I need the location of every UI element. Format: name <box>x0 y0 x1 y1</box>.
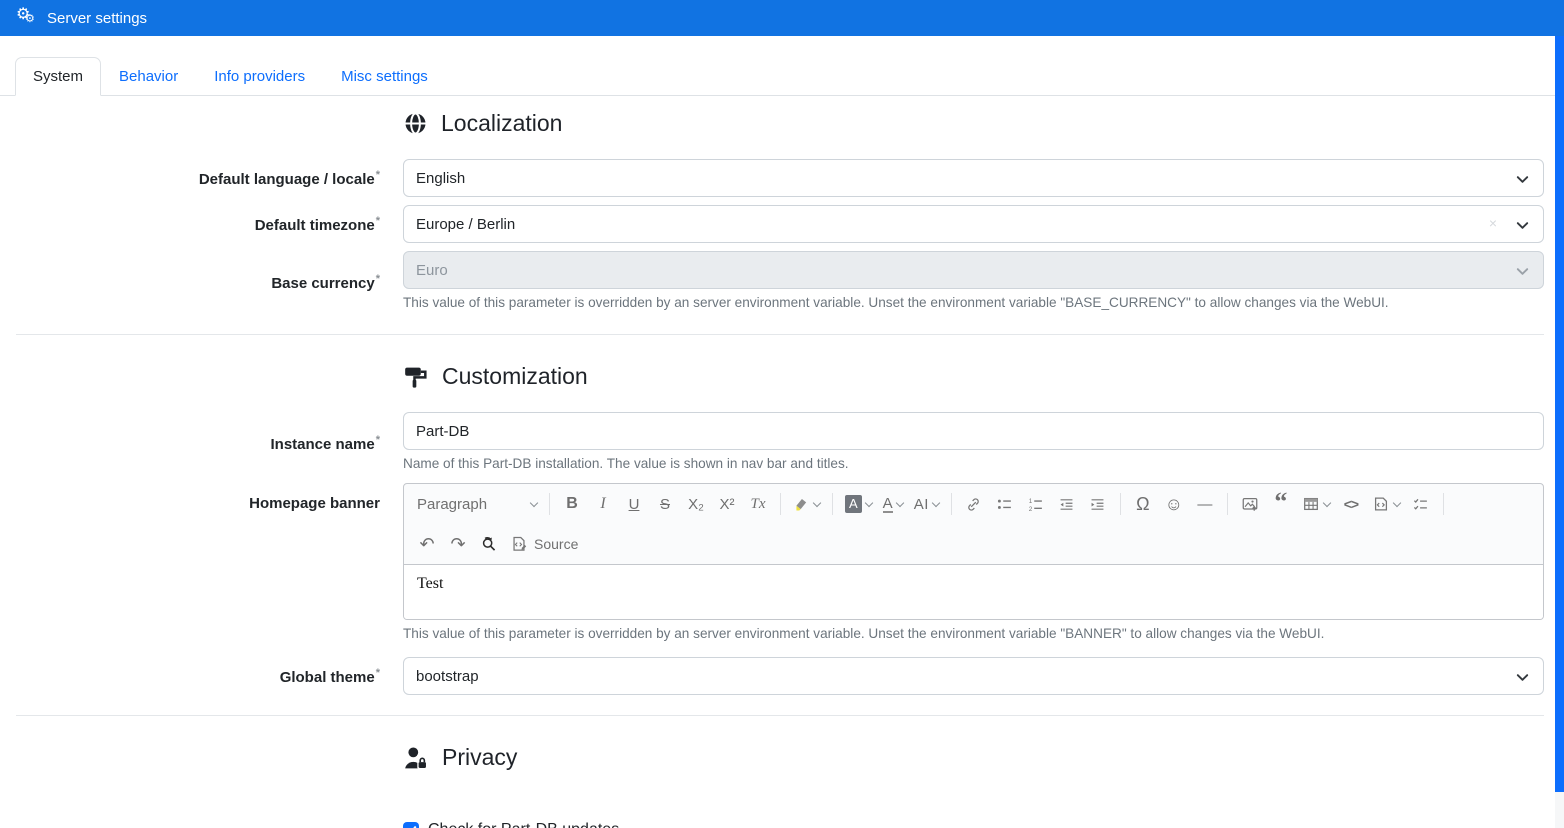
toolbar-separator <box>832 493 833 515</box>
paint-roller-icon <box>403 364 429 390</box>
toolbar-separator <box>1443 493 1444 515</box>
clear-selection-icon[interactable]: × <box>1489 215 1497 231</box>
globe-icon <box>403 111 428 136</box>
label-instance-name: Instance name* <box>16 434 380 453</box>
default-language-select[interactable]: English <box>403 159 1544 197</box>
strikethrough-icon[interactable]: S <box>650 489 680 519</box>
undo-icon[interactable]: ↶ <box>412 529 442 559</box>
block-quote-icon[interactable]: “ <box>1266 489 1296 519</box>
toolbar-separator <box>549 493 550 515</box>
special-characters-icon[interactable]: Ω <box>1128 489 1158 519</box>
label-global-theme: Global theme* <box>16 667 380 686</box>
editor-content[interactable]: Test <box>404 564 1543 619</box>
chevron-down-icon <box>1515 172 1530 187</box>
section-heading-privacy: Privacy <box>403 744 1544 771</box>
page-title: Server settings <box>47 10 147 27</box>
help-base-currency: This value of this parameter is overridd… <box>403 295 1544 310</box>
section-heading-localization: Localization <box>403 110 1544 137</box>
font-background-color-icon[interactable]: A <box>840 489 877 519</box>
superscript-icon[interactable]: X² <box>712 489 742 519</box>
tab-system[interactable]: System <box>15 57 101 96</box>
default-timezone-select[interactable]: Europe / Berlin × <box>403 205 1544 243</box>
emoji-icon[interactable]: ☺ <box>1159 489 1189 519</box>
inline-code-icon[interactable]: <> <box>1336 489 1366 519</box>
label-homepage-banner: Homepage banner <box>16 483 380 512</box>
required-marker: * <box>376 667 380 679</box>
editor-toolbar-row1: ParagraphBIUSX₂X²TxAAAI12Ω☺—“<> <box>404 484 1543 524</box>
check-updates-checkbox[interactable] <box>403 822 419 828</box>
help-instance-name: Name of this Part-DB installation. The v… <box>403 456 1544 471</box>
label-base-currency: Base currency* <box>16 273 380 292</box>
heading-dropdown[interactable]: Paragraph <box>412 489 542 519</box>
base-currency-select: Euro <box>403 251 1544 289</box>
toolbar-separator <box>1227 493 1228 515</box>
rich-text-editor: ParagraphBIUSX₂X²TxAAAI12Ω☺—“<> ↶↷Source… <box>403 483 1544 620</box>
settings-tab-bar: System Behavior Info providers Misc sett… <box>0 36 1564 96</box>
scrollbar-track[interactable] <box>1555 36 1564 828</box>
settings-form: Localization Default language / locale* … <box>0 96 1564 828</box>
highlight-icon[interactable] <box>788 489 825 519</box>
user-lock-icon <box>403 745 429 771</box>
chevron-down-icon <box>932 498 940 506</box>
editor-toolbar-row2: ↶↷ Source <box>404 524 1543 564</box>
help-homepage-banner: This value of this parameter is overridd… <box>403 626 1544 641</box>
instance-name-input[interactable] <box>403 412 1544 450</box>
global-theme-select[interactable]: bootstrap <box>403 657 1544 695</box>
code-block-icon[interactable] <box>1367 489 1405 519</box>
todo-list-icon[interactable] <box>1406 489 1436 519</box>
redo-icon[interactable]: ↷ <box>443 529 473 559</box>
tab-misc-settings[interactable]: Misc settings <box>323 57 446 96</box>
section-divider <box>16 334 1544 335</box>
scrollbar-thumb[interactable] <box>1555 36 1564 792</box>
font-size-icon[interactable]: AI <box>909 489 944 519</box>
section-heading-customization: Customization <box>403 363 1544 390</box>
toolbar-separator <box>951 493 952 515</box>
required-marker: * <box>376 434 380 446</box>
chevron-down-icon <box>1515 218 1530 233</box>
link-icon[interactable] <box>959 489 989 519</box>
remove-format-icon[interactable]: Tx <box>743 489 773 519</box>
numbered-list-icon[interactable]: 12 <box>1021 489 1051 519</box>
section-divider <box>16 715 1544 716</box>
indent-icon[interactable] <box>1083 489 1113 519</box>
toolbar-separator <box>780 493 781 515</box>
check-updates-label[interactable]: Check for Part-DB updates <box>428 821 619 828</box>
toolbar-separator <box>1120 493 1121 515</box>
font-color-icon[interactable]: A <box>878 489 908 519</box>
svg-text:2: 2 <box>1029 505 1033 512</box>
tab-behavior[interactable]: Behavior <box>101 57 196 96</box>
chevron-down-icon <box>530 498 538 506</box>
find-replace-icon[interactable] <box>474 529 504 559</box>
source-editing-button[interactable]: Source <box>505 529 583 559</box>
chevron-down-icon <box>864 498 872 506</box>
required-marker: * <box>376 215 380 227</box>
underline-icon[interactable]: U <box>619 489 649 519</box>
chevron-down-icon <box>1515 264 1530 279</box>
horizontal-line-icon[interactable]: — <box>1190 489 1220 519</box>
chevron-down-icon <box>1323 498 1331 506</box>
gears-icon: ⚙⚙ <box>16 7 38 29</box>
outdent-icon[interactable] <box>1052 489 1082 519</box>
bulleted-list-icon[interactable] <box>990 489 1020 519</box>
label-default-timezone: Default timezone* <box>16 215 380 234</box>
required-marker: * <box>376 273 380 285</box>
chevron-down-icon <box>1393 498 1401 506</box>
label-default-language: Default language / locale* <box>16 169 380 188</box>
italic-icon[interactable]: I <box>588 489 618 519</box>
card-header: ⚙⚙ Server settings <box>0 0 1564 36</box>
required-marker: * <box>376 169 380 181</box>
subscript-icon[interactable]: X₂ <box>681 489 711 519</box>
insert-table-icon[interactable] <box>1297 489 1335 519</box>
bold-icon[interactable]: B <box>557 489 587 519</box>
svg-text:1: 1 <box>1029 498 1033 505</box>
chevron-down-icon <box>813 498 821 506</box>
chevron-down-icon <box>895 498 903 506</box>
tab-info-providers[interactable]: Info providers <box>196 57 323 96</box>
chevron-down-icon <box>1515 670 1530 685</box>
insert-image-icon[interactable] <box>1235 489 1265 519</box>
